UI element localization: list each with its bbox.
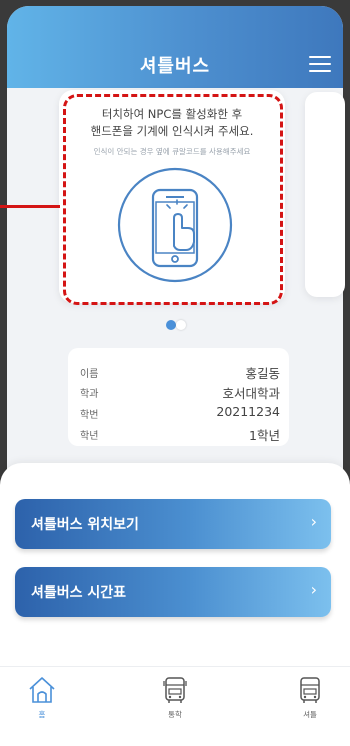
bus-icon bbox=[163, 677, 187, 703]
next-card-peek[interactable] bbox=[305, 92, 345, 297]
info-label: 이름 bbox=[80, 369, 99, 380]
button-label: 셔틀버스 시간표 bbox=[31, 585, 127, 601]
nfc-instruction-line1: 터치하여 NPC를 활성화한 후 bbox=[101, 107, 243, 121]
info-row-name: 이름 홍길동 bbox=[80, 361, 280, 383]
info-row-student-id: 학번 20211234 bbox=[80, 402, 280, 424]
info-value: 1학년 bbox=[249, 428, 280, 443]
tab-label: 셔틀 bbox=[303, 710, 317, 719]
shuttle-icon bbox=[300, 677, 320, 703]
info-value: 호서대학과 bbox=[222, 386, 280, 401]
carousel-indicator bbox=[166, 320, 196, 332]
hamburger-menu-icon[interactable] bbox=[309, 56, 331, 72]
info-label: 학년 bbox=[80, 431, 99, 442]
button-label: 셔틀버스 위치보기 bbox=[31, 517, 139, 533]
nfc-instruction-line2: 핸드폰을 기계에 인식시켜 주세요. bbox=[90, 124, 254, 138]
nfc-fallback-hint: 인식이 안되는 경우 옆에 큐알코드를 사용해주세요 bbox=[93, 147, 251, 156]
tab-label: 통학 bbox=[168, 710, 182, 719]
info-row-department: 학과 호서대학과 bbox=[80, 381, 280, 403]
phone-tap-icon[interactable] bbox=[116, 166, 234, 284]
app-header: 셔틀버스 bbox=[7, 6, 343, 88]
info-label: 학번 bbox=[80, 410, 99, 421]
tab-home[interactable]: 홈 bbox=[12, 669, 72, 729]
highlight-pointer-line bbox=[0, 205, 60, 208]
chevron-right-icon: › bbox=[310, 580, 317, 599]
info-row-grade: 학년 1학년 bbox=[80, 423, 280, 445]
carousel-dot-active[interactable] bbox=[166, 320, 176, 330]
home-icon bbox=[29, 677, 55, 703]
tab-shuttle[interactable]: 셔틀 bbox=[280, 669, 340, 729]
info-label: 학과 bbox=[80, 389, 99, 400]
shuttle-location-button[interactable]: 셔틀버스 위치보기 › bbox=[15, 499, 331, 549]
tab-label: 홈 bbox=[38, 710, 46, 719]
carousel-dot[interactable] bbox=[176, 320, 186, 330]
chevron-right-icon: › bbox=[310, 512, 317, 531]
info-value: 20211234 bbox=[216, 404, 280, 419]
info-value: 홍길동 bbox=[245, 366, 280, 381]
shuttle-timetable-button[interactable]: 셔틀버스 시간표 › bbox=[15, 567, 331, 617]
tab-commute[interactable]: 통학 bbox=[145, 669, 205, 729]
page-title: 셔틀버스 bbox=[139, 56, 211, 77]
